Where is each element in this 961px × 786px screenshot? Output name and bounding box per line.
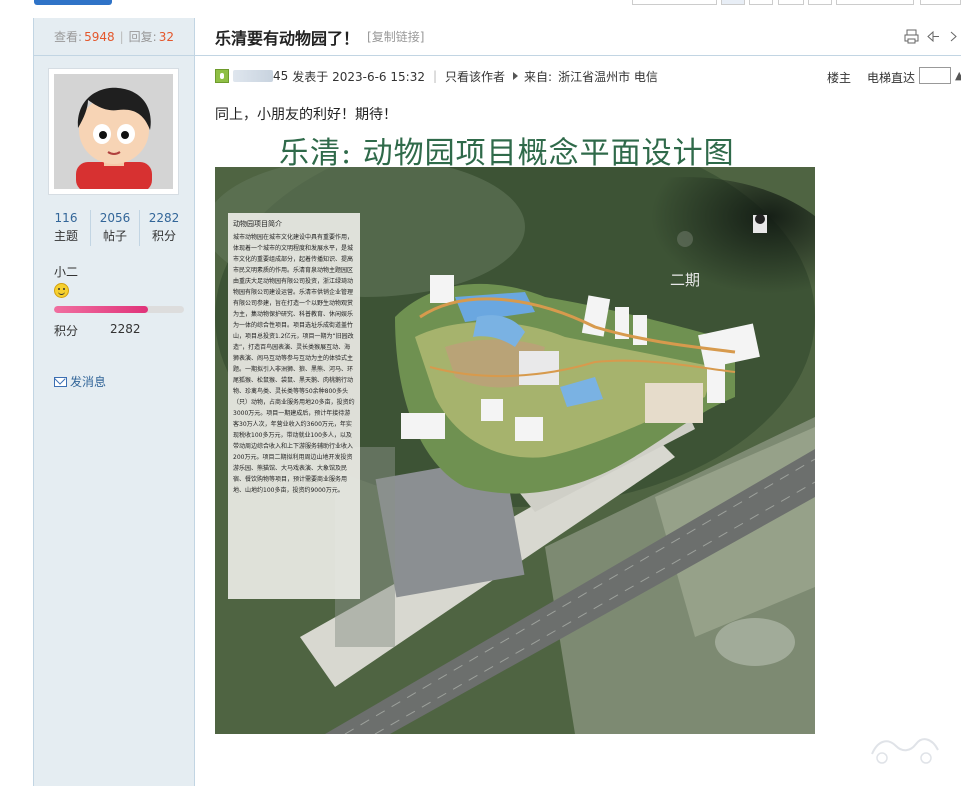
- pager-page[interactable]: [749, 0, 773, 5]
- post-body-text: 同上，小朋友的利好！期待！: [215, 107, 397, 123]
- post-image-zoo-plan[interactable]: 乐清: 动物园项目概念平面设计图 二期 动物园项目简介 城市动物园在城市文化建设…: [215, 126, 815, 734]
- project-intro-title: 动物园项目简介: [233, 220, 282, 228]
- view-reply-counts: 查看: 5948 | 回复: 32: [34, 18, 194, 56]
- stat-label: 帖子: [102, 229, 127, 243]
- stat-value: 116: [54, 211, 78, 225]
- points-label: 积分: [54, 324, 79, 338]
- stat-value: 2282: [148, 211, 180, 225]
- send-message-link[interactable]: 发消息: [54, 373, 106, 390]
- from-label: 来自:: [524, 69, 553, 84]
- author-rank-name: 小二: [54, 265, 79, 279]
- avatar-image: [54, 74, 173, 189]
- pager-page[interactable]: [721, 0, 745, 5]
- plan-title: 乐清: 动物园项目概念平面设计图: [279, 136, 735, 171]
- replies-count: 32: [158, 29, 174, 44]
- pager-button[interactable]: [836, 0, 914, 5]
- user-icon: [215, 69, 229, 83]
- author-id-suffix[interactable]: 45: [273, 69, 288, 83]
- site-watermark: [871, 738, 939, 764]
- author-only-link[interactable]: 只看该作者: [445, 68, 505, 85]
- send-message-label: 发消息: [70, 375, 107, 389]
- pager-page[interactable]: [808, 0, 832, 5]
- avatar[interactable]: [48, 68, 179, 195]
- post-time: 发表于 2023-6-6 15:32: [292, 69, 425, 84]
- thread-tools: [903, 29, 961, 44]
- stat-posts[interactable]: 2056 帖子: [91, 210, 140, 246]
- divider: |: [119, 29, 124, 44]
- post-meta: 45 发表于 2023-6-6 15:32 | 只看该作者 来自: 浙江省温州市…: [195, 64, 961, 88]
- copy-link-button[interactable]: [复制链接]: [367, 28, 424, 45]
- points-value: 2282: [110, 322, 141, 336]
- pager-button[interactable]: [632, 0, 717, 5]
- envelope-icon: [54, 376, 67, 387]
- elevator-label: 电梯直达: [866, 71, 915, 85]
- plan-header: 乐清: 动物园项目概念平面设计图: [215, 126, 815, 171]
- elevator-go-icon[interactable]: ▲: [955, 69, 961, 82]
- thread-title: 乐清要有动物园了！: [215, 28, 360, 48]
- from-location: 浙江省温州市 电信: [558, 69, 658, 84]
- divider: |: [432, 69, 438, 83]
- top-toolbar: [0, 0, 961, 6]
- project-intro-panel: 动物园项目简介 城市动物园在城市文化建设中具有重要作用，体现着一个城市的文明程度…: [228, 213, 360, 599]
- floor-label: 楼主: [826, 71, 851, 85]
- stat-label: 主题: [53, 229, 78, 243]
- author-name-blurred[interactable]: [233, 70, 273, 82]
- views-count: 5948: [84, 29, 115, 44]
- project-intro-body: 城市动物园在城市文化建设中具有重要作用，体现着一个城市的文明程度和发展水平，是城…: [233, 234, 355, 494]
- phase2-label: 二期: [670, 271, 701, 289]
- stat-threads[interactable]: 116 主题: [42, 210, 91, 246]
- author-panel: 查看: 5948 | 回复: 32 116 主题 2056 帖子 2282 积分…: [33, 18, 195, 786]
- stat-label: 积分: [151, 229, 176, 243]
- pager-button[interactable]: [920, 0, 961, 5]
- forum-post-page: 查看: 5948 | 回复: 32 116 主题 2056 帖子 2282 积分…: [0, 0, 961, 786]
- elevator-input[interactable]: [919, 67, 951, 84]
- replies-label: 回复:: [128, 30, 157, 44]
- reply-button[interactable]: [34, 0, 112, 5]
- prev-thread-icon[interactable]: [924, 29, 940, 44]
- author-stats: 116 主题 2056 帖子 2282 积分: [42, 210, 188, 246]
- stat-points[interactable]: 2282 积分: [140, 210, 188, 246]
- level-progress-fill: [54, 306, 148, 313]
- caret-right-icon: [513, 72, 519, 80]
- level-progress-bar: [54, 306, 184, 313]
- print-icon[interactable]: [903, 29, 919, 44]
- stat-value: 2056: [99, 211, 131, 225]
- views-label: 查看:: [54, 30, 83, 44]
- pager-page[interactable]: [778, 0, 804, 5]
- points-row: 积分 2282: [54, 322, 184, 339]
- smile-icon: [54, 283, 69, 298]
- thread-header: 乐清要有动物园了！ [复制链接]: [195, 18, 961, 56]
- next-thread-icon[interactable]: [945, 29, 961, 44]
